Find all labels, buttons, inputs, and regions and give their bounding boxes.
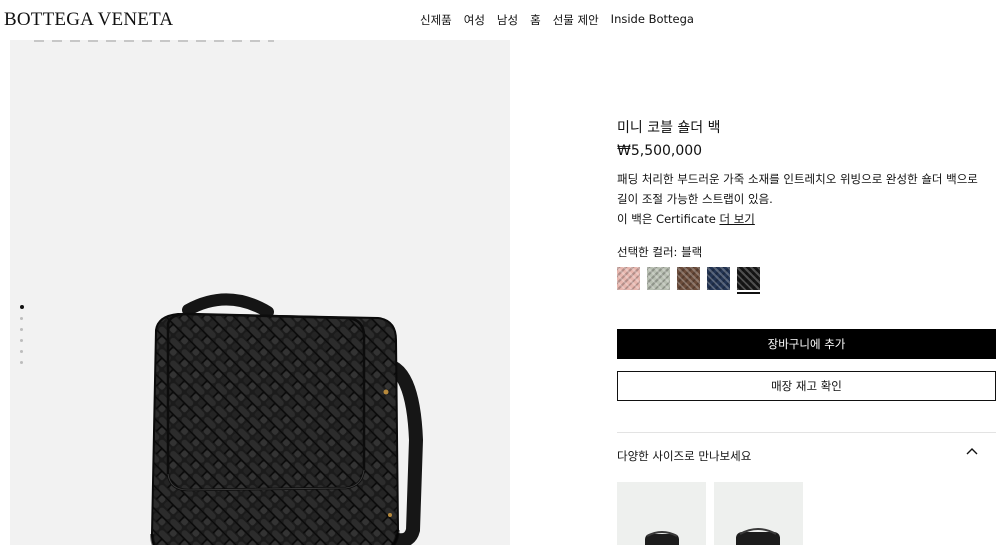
product-title: 미니 코블 숄더 백: [617, 120, 721, 136]
product-details-panel: 미니 코블 숄더 백 ₩5,500,000 패딩 처리한 부드러운 가죽 소재를…: [617, 117, 997, 545]
nav-item-gifts[interactable]: 선물 제안: [553, 12, 599, 28]
previous-slide-peek: [34, 40, 274, 42]
description-line-2: 길이 조절 가능한 스트랩이 있음.: [617, 192, 773, 206]
gallery-dot-5[interactable]: [20, 350, 23, 353]
selected-color-label: 선택한 컬러: 블랙: [617, 245, 703, 259]
selected-swatch-indicator: [737, 292, 760, 294]
nav-item-men[interactable]: 남성: [497, 12, 518, 28]
certificate-line: 이 백은 Certificate 더 보기: [617, 209, 997, 229]
other-sizes-accordion[interactable]: 다양한 사이즈로 만나보세요: [617, 445, 996, 465]
other-sizes-label: 다양한 사이즈로 만나보세요: [617, 449, 752, 463]
add-to-cart-button[interactable]: 장바구니에 추가: [617, 329, 996, 359]
gallery-pagination: [20, 305, 24, 364]
gallery-dot-1[interactable]: [20, 305, 24, 309]
nav-item-inside-bottega[interactable]: Inside Bottega: [611, 12, 694, 28]
color-swatches: [617, 267, 997, 294]
chevron-up-icon[interactable]: [966, 447, 978, 455]
check-store-stock-button[interactable]: 매장 재고 확인: [617, 371, 996, 401]
swatch-pink[interactable]: [617, 267, 640, 290]
certificate-text: 이 백은 Certificate: [617, 212, 720, 226]
main-nav: 신제품 여성 남성 홈 선물 제안 Inside Bottega: [420, 12, 694, 28]
section-divider: [617, 432, 996, 433]
swatch-brown-color: [677, 267, 700, 290]
read-more-link[interactable]: 더 보기: [719, 212, 754, 226]
nav-item-women[interactable]: 여성: [464, 12, 485, 28]
swatch-sage-color: [647, 267, 670, 290]
size-thumbnail-1[interactable]: [617, 482, 706, 545]
gallery-dot-3[interactable]: [20, 328, 23, 331]
thumbnail-bag-image: [736, 528, 780, 545]
size-thumbnails: [617, 482, 803, 545]
swatch-black[interactable]: [737, 267, 760, 294]
brand-logo[interactable]: BOTTEGA VENETA: [4, 9, 173, 31]
swatch-navy-color: [707, 267, 730, 290]
swatch-pink-color: [617, 267, 640, 290]
swatch-black-color: [737, 267, 760, 290]
gallery-dot-4[interactable]: [20, 339, 23, 342]
product-image-bag: [150, 293, 424, 545]
nav-item-new[interactable]: 신제품: [420, 12, 452, 28]
swatch-navy[interactable]: [707, 267, 730, 290]
swatch-brown[interactable]: [677, 267, 700, 290]
gallery-dot-2[interactable]: [20, 317, 23, 320]
size-thumbnail-2[interactable]: [714, 482, 803, 545]
product-description: 패딩 처리한 부드러운 가죽 소재를 인트레치오 위빙으로 완성한 숄더 백으로…: [617, 169, 997, 209]
site-header: BOTTEGA VENETA 신제품 여성 남성 홈 선물 제안 Inside …: [0, 0, 1000, 40]
gallery-dot-6[interactable]: [20, 361, 23, 364]
swatch-sage[interactable]: [647, 267, 670, 290]
description-line-1: 패딩 처리한 부드러운 가죽 소재를 인트레치오 위빙으로 완성한 숄더 백으로: [617, 172, 978, 186]
thumbnail-bag-image: [645, 531, 679, 545]
product-image-gallery[interactable]: [10, 40, 510, 545]
product-price: ₩5,500,000: [617, 143, 703, 159]
nav-item-home[interactable]: 홈: [530, 12, 541, 28]
